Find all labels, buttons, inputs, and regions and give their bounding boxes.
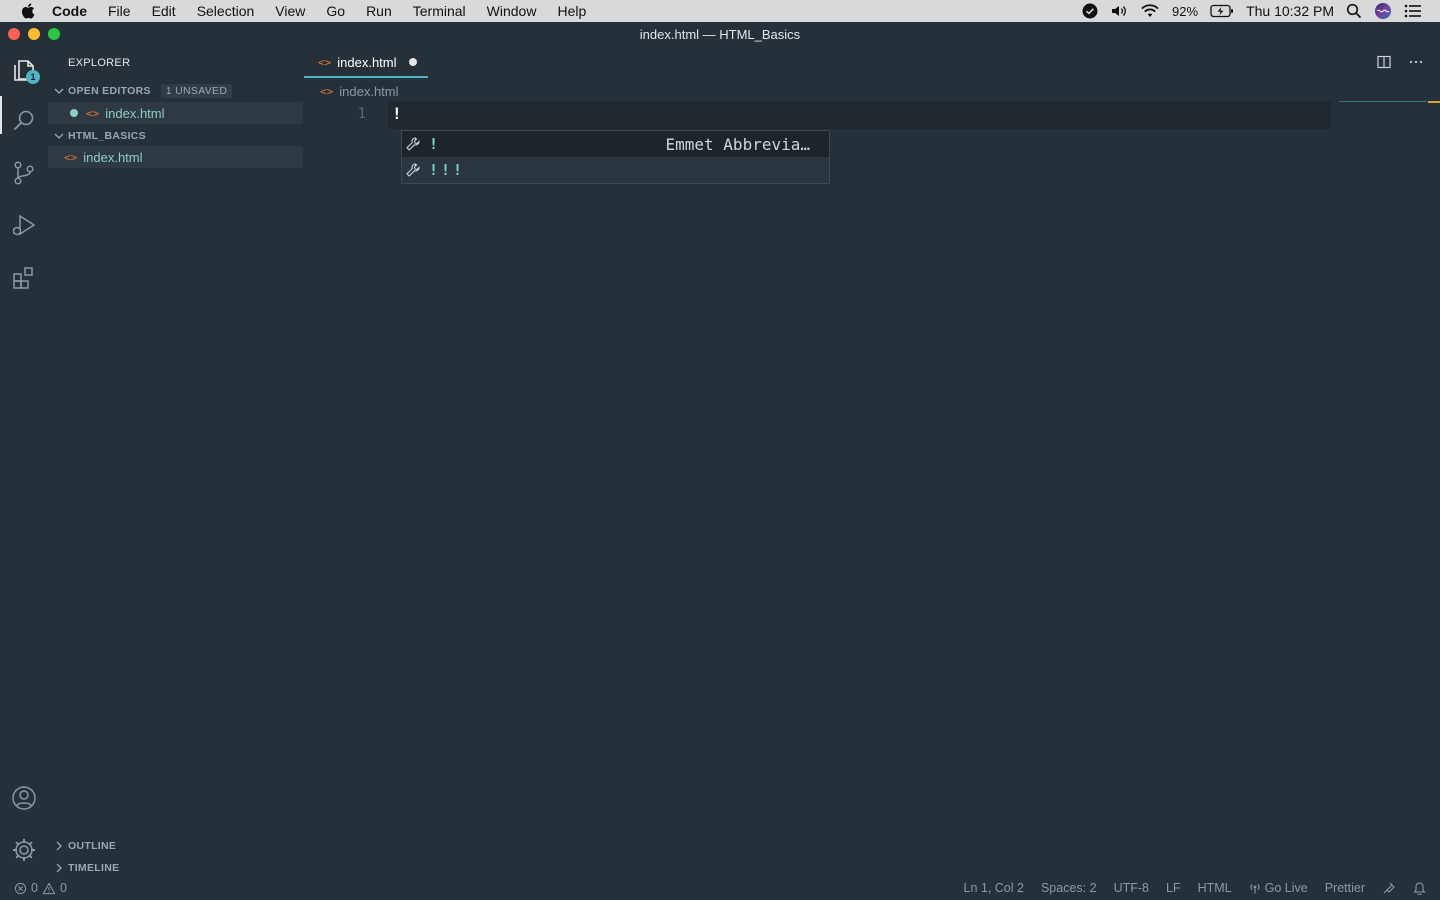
folder-label: HTML_BASICS [68,130,146,142]
timeline-section[interactable]: TIMELINE [52,858,119,878]
suggestion-detail: Emmet Abbrevia… [665,134,811,154]
menu-selection[interactable]: Selection [197,3,255,19]
macos-menubar: Code File Edit Selection View Go Run Ter… [0,0,1440,22]
language-mode[interactable]: HTML [1198,881,1232,895]
menubar-status-area: 92% Thu 10:32 PM [1082,0,1422,22]
overview-ruler-marker [1428,101,1440,103]
search-icon[interactable] [10,107,38,135]
extensions-icon[interactable] [10,263,38,291]
wrench-icon [406,163,420,177]
explorer-title: EXPLORER [68,57,131,69]
code-line-text[interactable]: ! [392,104,402,123]
go-live-label: Go Live [1264,881,1308,895]
volume-icon[interactable] [1110,3,1128,19]
editor-tab-index-html[interactable]: <> index.html [304,48,428,78]
broadcast-icon [1250,883,1260,894]
wrench-icon [406,137,420,151]
active-indicator [0,96,2,134]
more-actions-icon[interactable] [1408,54,1424,70]
current-line-highlight[interactable] [388,102,1331,129]
html-file-icon: <> [86,106,100,120]
spotlight-search-icon[interactable] [1346,3,1362,19]
window-titlebar: index.html — HTML_Basics [0,22,1440,46]
feedback-icon[interactable] [1382,881,1396,895]
go-live-button[interactable]: Go Live [1249,881,1308,895]
suggestion-label: ! [429,135,442,153]
battery-percent: 92% [1172,3,1199,19]
suggestion-item[interactable]: !!! [402,157,829,183]
menu-view[interactable]: View [275,3,305,19]
menu-run[interactable]: Run [366,3,392,19]
menubar-clock[interactable]: Thu 10:32 PM [1246,3,1334,19]
unsaved-dot-icon[interactable] [70,109,78,117]
warning-count: 0 [59,881,67,895]
suggestion-widget: ! Emmet Abbrevia… !!! [401,130,830,184]
end-of-line[interactable]: LF [1166,881,1181,895]
accounts-icon[interactable] [10,784,38,812]
unsaved-count-badge: 1 UNSAVED [160,84,233,98]
html-file-icon: <> [320,84,334,98]
menu-window[interactable]: Window [487,3,537,19]
menu-help[interactable]: Help [557,3,586,19]
outline-section[interactable]: OUTLINE [52,836,116,856]
html-file-icon: <> [318,55,332,69]
chevron-right-icon [56,841,62,851]
open-editors-header[interactable]: OPEN EDITORS 1 UNSAVED [52,81,233,101]
warning-icon [42,881,56,894]
encoding[interactable]: UTF-8 [1114,881,1149,895]
explorer-unsaved-badge: 1 [26,70,40,84]
window-title: index.html — HTML_Basics [639,27,801,42]
notifications-bell-icon[interactable] [1413,881,1426,895]
breadcrumb[interactable]: <> index.html [320,82,399,100]
suggestion-item[interactable]: ! Emmet Abbrevia… [402,131,829,157]
menu-code[interactable]: Code [52,3,87,19]
cursor-position[interactable]: Ln 1, Col 2 [964,881,1024,895]
status-bar: 0 0 Ln 1, Col 2 Spaces: 2 UTF-8 LF HTML … [0,878,1440,900]
tab-label: index.html [337,54,397,70]
explorer-sidebar: EXPLORER OPEN EDITORS 1 UNSAVED <> index… [48,46,304,878]
suggestion-label: !!! [429,161,466,179]
chevron-down-icon [54,88,64,94]
open-editor-filename: index.html [105,105,165,121]
timeline-label: TIMELINE [68,862,120,874]
apple-icon[interactable] [20,2,38,20]
problems-indicator[interactable]: 0 0 [14,881,67,895]
folder-file-item[interactable]: <> index.html [48,146,303,168]
folder-header[interactable]: HTML_BASICS [52,126,146,146]
error-icon [14,882,27,894]
html-file-icon: <> [64,150,78,164]
split-editor-icon[interactable] [1376,54,1392,70]
unsaved-dot-icon[interactable] [408,58,417,66]
outline-label: OUTLINE [68,840,117,852]
prettier-status[interactable]: Prettier [1325,881,1365,895]
editor-actions [1376,54,1424,70]
error-count: 0 [31,881,38,895]
open-editors-label: OPEN EDITORS [68,85,151,97]
wifi-icon[interactable] [1140,3,1160,19]
menu-file[interactable]: File [108,3,131,19]
menu-go[interactable]: Go [326,3,345,19]
chevron-right-icon [56,863,62,873]
breadcrumb-filename: index.html [339,83,399,99]
chevron-down-icon [54,133,64,139]
siri-icon[interactable] [1374,2,1392,20]
indentation[interactable]: Spaces: 2 [1041,881,1097,895]
line-number: 1 [357,106,366,122]
manage-gear-icon[interactable] [10,836,38,864]
minimap-slider[interactable] [1339,101,1427,102]
menu-edit[interactable]: Edit [152,3,176,19]
menu-items: Code File Edit Selection View Go Run Ter… [52,3,607,19]
open-editor-item[interactable]: <> index.html [48,102,303,124]
vpn-check-icon[interactable] [1082,3,1098,19]
run-debug-icon[interactable] [10,211,38,239]
control-center-icon[interactable] [1404,4,1422,18]
source-control-icon[interactable] [10,159,38,187]
menu-terminal[interactable]: Terminal [413,3,466,19]
status-right-items: Ln 1, Col 2 Spaces: 2 UTF-8 LF HTML Go L… [964,881,1427,895]
activity-bar: 1 [0,46,48,878]
folder-filename: index.html [83,149,143,165]
battery-charging-icon[interactable] [1210,4,1234,18]
